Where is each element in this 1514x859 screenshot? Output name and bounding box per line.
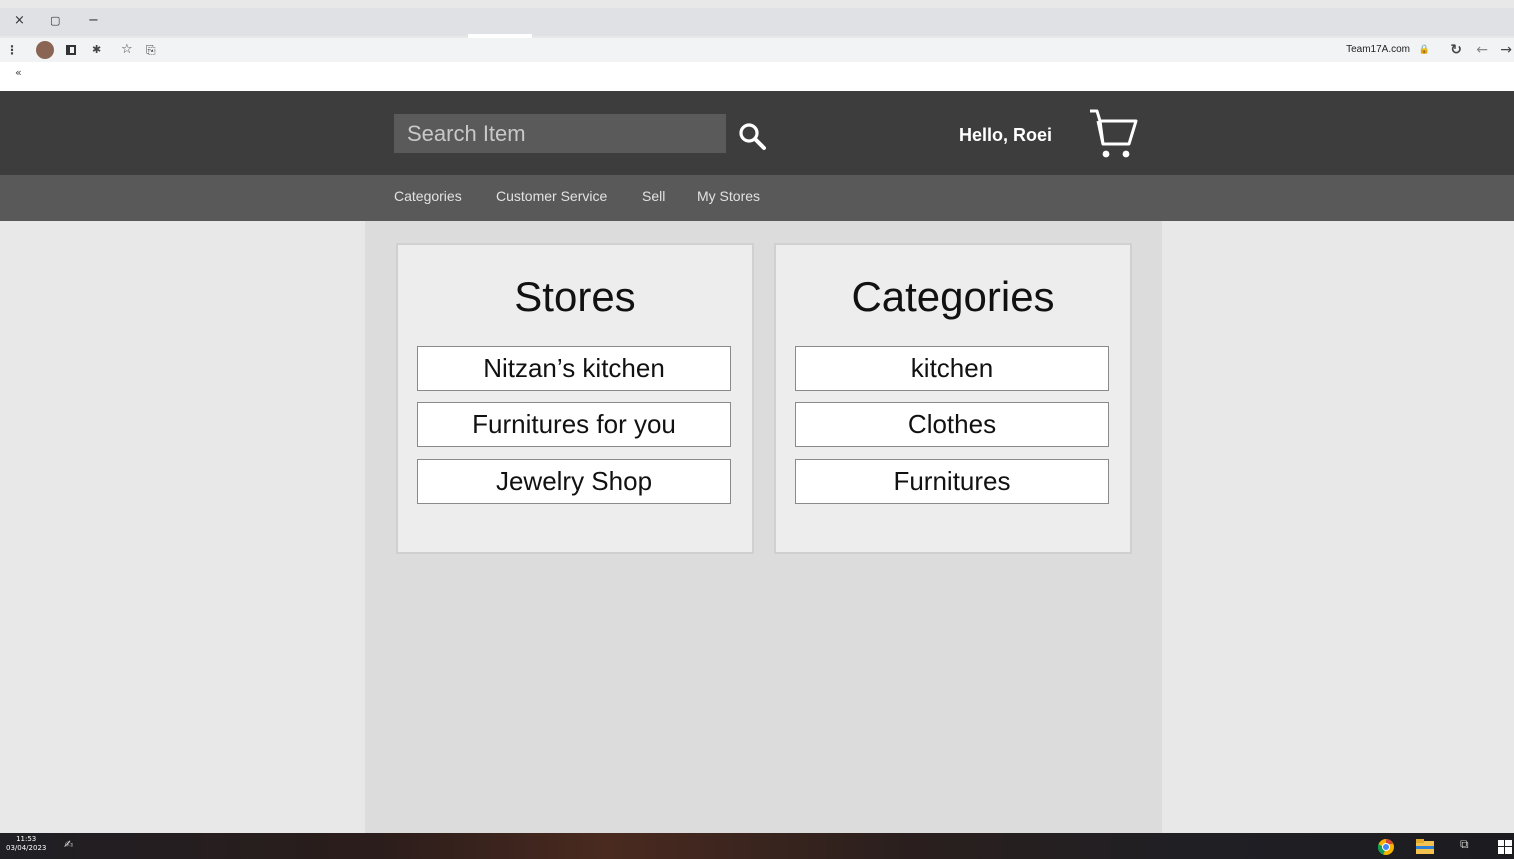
search-button[interactable]	[738, 122, 768, 152]
clock-time: 11:53	[16, 835, 37, 843]
minimize-window-button[interactable]: −	[88, 8, 99, 34]
shopping-cart-icon	[1090, 109, 1138, 158]
category-item-button[interactable]: Furnitures	[795, 459, 1109, 504]
store-item-button[interactable]: Nitzan’s kitchen	[417, 346, 731, 391]
nav-item-categories[interactable]: Categories	[394, 175, 462, 217]
main-content: Stores Nitzan’s kitchen Furnitures for y…	[365, 221, 1162, 833]
forward-arrow-icon[interactable]: →	[1500, 38, 1512, 62]
puzzle-extension-icon[interactable]: ✱	[92, 38, 101, 62]
store-item-button[interactable]: Furnitures for you	[417, 402, 731, 447]
stores-panel: Stores Nitzan’s kitchen Furnitures for y…	[396, 243, 754, 554]
store-item-button[interactable]: Jewelry Shop	[417, 459, 731, 504]
task-view-icon[interactable]: ⧉	[1460, 837, 1469, 852]
nav-item-sell[interactable]: Sell	[642, 175, 665, 217]
address-bar: ⋮ ✱ ☆ ⎘ Team17A.com 🔒 ↻ ← →	[0, 38, 1514, 62]
back-arrow-icon[interactable]: ←	[1476, 38, 1488, 62]
search-icon	[739, 123, 766, 150]
categories-panel: Categories kitchen Clothes Furnitures	[774, 243, 1132, 554]
nav-item-my-stores[interactable]: My Stores	[697, 175, 760, 217]
category-item-button[interactable]: Clothes	[795, 402, 1109, 447]
bookmarks-bar: «	[0, 62, 1514, 91]
taskbar-clock[interactable]: 11:53 03/04/2023	[6, 835, 46, 853]
url-text[interactable]: Team17A.com	[1346, 38, 1410, 62]
cart-button[interactable]	[1088, 107, 1140, 161]
categories-title: Categories	[851, 273, 1055, 320]
search-input[interactable]	[394, 114, 726, 153]
os-taskbar: 11:53 03/04/2023 ✍ ⧉	[0, 833, 1514, 859]
category-item-button[interactable]: kitchen	[795, 346, 1109, 391]
menu-dots-icon[interactable]: ⋮	[6, 38, 18, 62]
site-header: Hello, Roei	[0, 91, 1514, 175]
nav-item-customer-service[interactable]: Customer Service	[496, 175, 607, 217]
restore-window-button[interactable]: ▢	[50, 8, 60, 34]
chrome-icon[interactable]	[1377, 838, 1395, 856]
windows-start-icon[interactable]	[1498, 840, 1512, 854]
close-window-button[interactable]: ×	[14, 8, 25, 34]
profile-avatar-icon[interactable]	[36, 41, 54, 59]
browser-window-bar: × ▢ −	[0, 8, 1514, 36]
file-explorer-icon[interactable]	[1416, 839, 1434, 855]
sidebar-toggle-icon[interactable]	[66, 45, 76, 55]
bookmark-star-icon[interactable]: ☆	[121, 38, 133, 62]
user-greeting[interactable]: Hello, Roei	[959, 125, 1052, 146]
pen-icon[interactable]: ✍	[64, 838, 73, 851]
reload-icon[interactable]: ↻	[1450, 38, 1462, 62]
share-icon[interactable]: ⎘	[146, 38, 156, 62]
clock-date: 03/04/2023	[6, 844, 47, 852]
stores-title: Stores	[514, 273, 636, 320]
lock-icon: 🔒	[1418, 45, 1430, 55]
main-nav: Categories Customer Service Sell My Stor…	[0, 175, 1514, 221]
bookmarks-chevron-icon[interactable]: «	[15, 66, 22, 79]
